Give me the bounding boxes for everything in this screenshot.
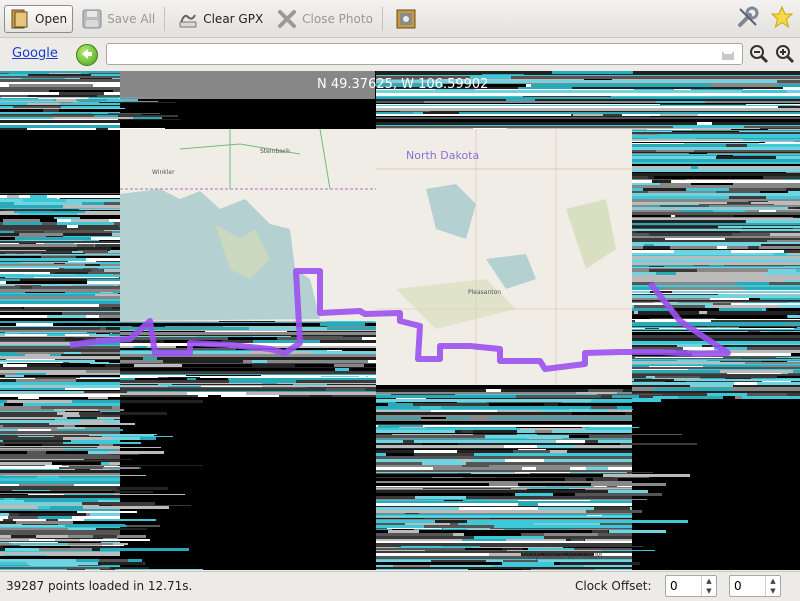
coordinate-readout: N 49.37625, W 106.59902 (317, 77, 489, 92)
zoom-in-icon[interactable] (775, 44, 795, 64)
save-all-label: Save All (107, 11, 156, 26)
close-photo-button[interactable]: Close Photo (272, 5, 378, 33)
clock-offset-input-b[interactable] (730, 576, 770, 596)
url-input[interactable] (106, 43, 743, 65)
photo-info-icon (396, 9, 416, 29)
arrow-left-icon (80, 47, 94, 64)
clear-track-icon (178, 9, 198, 29)
photo-info-button[interactable] (391, 5, 426, 33)
open-label: Open (35, 11, 68, 26)
clear-gpx-label: Clear GPX (203, 11, 264, 26)
status-message: 39287 points loaded in 12.71s. (6, 579, 193, 593)
star-icon[interactable] (770, 5, 794, 29)
zoom-out-icon[interactable] (749, 44, 769, 64)
open-button[interactable]: Open (4, 4, 74, 33)
address-bar: Google (0, 38, 800, 70)
clock-offset-seconds-spinner[interactable]: ▲▼ (729, 575, 781, 597)
gpx-track (69, 268, 731, 372)
clock-offset-label: Clock Offset: (575, 579, 652, 593)
toolbar-separator (381, 6, 383, 31)
toolbar-separator (164, 6, 166, 31)
main-toolbar: Open Save All Clear GPX Close Photo (0, 0, 800, 38)
close-photo-label: Close Photo (302, 11, 373, 26)
clear-gpx-button[interactable]: Clear GPX (173, 5, 268, 33)
close-icon (277, 9, 297, 29)
cat-icon (720, 47, 736, 61)
spin-arrows-icon[interactable]: ▲ ▼ (765, 576, 780, 596)
back-button[interactable] (76, 44, 98, 66)
spin-arrows-icon[interactable]: ▲ ▼ (701, 576, 716, 596)
save-icon (82, 9, 102, 29)
folder-open-icon (10, 9, 30, 29)
google-link[interactable]: Google (12, 46, 58, 61)
status-bar: 39287 points loaded in 12.71s. Clock Off… (0, 571, 800, 601)
preferences-tools-icon[interactable] (736, 5, 760, 29)
map-attribution: Map data (c) OSM (522, 551, 603, 561)
clock-offset-input-a[interactable] (666, 576, 706, 596)
save-all-button[interactable]: Save All (77, 5, 160, 33)
map-view[interactable]: Steinbach Winkler North Dakota Pleasanto… (0, 71, 800, 570)
clock-offset-minutes-spinner[interactable]: ▲▼ (665, 575, 717, 597)
